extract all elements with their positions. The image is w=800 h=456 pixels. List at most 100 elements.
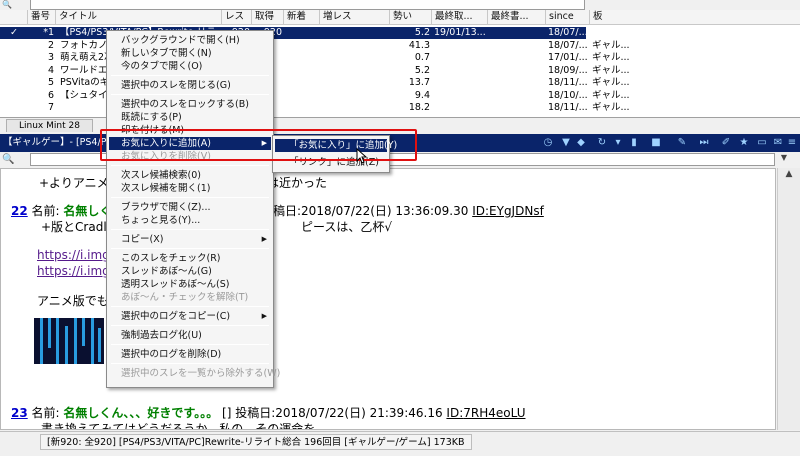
menu-item[interactable]: 既読にする(P)	[109, 111, 271, 124]
col-last-get[interactable]: 最終取...	[432, 10, 488, 25]
cell-num: 6	[47, 89, 54, 101]
col-last-write[interactable]: 最終書...	[488, 10, 546, 25]
post-number[interactable]: 23	[11, 406, 28, 420]
cell-check: ✓	[10, 27, 18, 38]
cell-check	[10, 77, 24, 89]
cell-power: 18.2	[408, 102, 430, 113]
menu-item[interactable]: 選択中のスレを閉じる(G)	[109, 79, 271, 92]
bookmark-icon[interactable]: ▮	[628, 137, 640, 149]
col-new[interactable]: 新着	[284, 10, 320, 25]
menu-item[interactable]: コピー(X) ▶	[109, 233, 271, 246]
menu-item[interactable]: ちょっと見る(Y)...	[109, 214, 271, 227]
stop-icon[interactable]: ■	[650, 137, 662, 149]
cell-last-get	[434, 52, 488, 64]
cell-last-write	[490, 52, 544, 64]
cell-inc	[320, 52, 388, 64]
cell-since: 17/01/...	[548, 52, 588, 63]
menu-item[interactable]: スレッドあぼ〜ん(G)	[109, 265, 271, 278]
cell-last-write	[490, 77, 544, 89]
col-power[interactable]: 勢い	[390, 10, 432, 25]
cell-last-write	[490, 40, 544, 52]
post-id[interactable]: ID:EYgJDNsf	[472, 204, 544, 218]
col-board[interactable]: 板	[590, 10, 800, 25]
cell-last-get	[434, 65, 488, 77]
top-search-input[interactable]	[30, 0, 585, 10]
col-number[interactable]: 番号	[28, 10, 56, 25]
content-line: アニメ版でも	[37, 294, 109, 308]
cell-num: 2	[47, 39, 54, 51]
menu-icon[interactable]: ≡	[786, 137, 798, 149]
cell-new	[284, 102, 318, 114]
next-icon[interactable]: ⏭	[698, 137, 710, 149]
chevron-right-icon: ▶	[261, 312, 267, 320]
cell-last-write	[490, 90, 544, 102]
menu-separator	[111, 165, 269, 166]
col-title[interactable]: タイトル	[56, 10, 222, 25]
cell-new	[284, 52, 318, 64]
cell-num: 5	[47, 77, 54, 88]
cell-last-write	[490, 102, 544, 114]
cell-board: ギャル...	[592, 27, 630, 38]
search-icon[interactable]: 🔍	[2, 154, 14, 165]
cell-since: 18/10/...	[548, 89, 588, 101]
write-icon[interactable]: ✐	[720, 137, 732, 149]
menu-item: 選択中のスレを一覧から除外する(W)	[121, 368, 281, 379]
cell-since: 18/07/...	[548, 27, 588, 38]
cell-new	[284, 77, 318, 89]
col-check[interactable]	[0, 10, 28, 25]
dropdown-icon[interactable]: ▾	[612, 137, 624, 149]
col-got[interactable]: 取得	[252, 10, 284, 25]
search-icon[interactable]: 🔍	[2, 0, 12, 9]
cell-last-get	[434, 77, 488, 89]
cell-inc	[320, 40, 388, 52]
menu-item[interactable]: 選択中のログをコピー(C) ▶	[109, 310, 271, 323]
chevron-right-icon: ▶	[261, 235, 267, 243]
thread-title: 【ギャルゲー】- [PS4/P	[3, 137, 107, 148]
menu-item[interactable]: このスレをチェック(R)	[109, 252, 271, 265]
menu-item[interactable]: 選択中のログを削除(D)	[109, 348, 271, 361]
pin-icon[interactable]: ◆	[575, 137, 587, 149]
content-line: 書き換えてみてはどうだろうか、私の、その運命を	[41, 422, 316, 430]
table-row[interactable]: ✓*1【PS4/PS3/VITA/PC】Rewrite-リライ9209205.2…	[0, 27, 630, 39]
cell-power: 5.2	[414, 27, 430, 38]
refresh-icon[interactable]: ↻	[596, 137, 608, 149]
clock-icon[interactable]: ◷	[542, 137, 554, 149]
window-icon[interactable]: ▭	[756, 137, 768, 149]
content-scrollbar[interactable]: ▲	[777, 168, 800, 430]
menu-item[interactable]: 強制過去ログ化(U)	[109, 329, 271, 342]
col-res[interactable]: レス	[222, 10, 252, 25]
menu-item: あぼ〜ん・チェックを解除(T)	[121, 292, 249, 303]
chevron-down-icon[interactable]: ▼	[778, 153, 790, 166]
cell-num: 7	[47, 102, 54, 113]
menu-item[interactable]: 新しいタブで開く(N)	[109, 47, 271, 60]
cell-inc	[320, 65, 388, 77]
scroll-up-icon[interactable]: ▲	[778, 169, 800, 183]
menu-item[interactable]: 今のタブで開く(O)	[109, 60, 271, 73]
post-date: 稿日:2018/07/22(日) 13:36:09.30 ID:EYgJDNsf	[273, 204, 544, 218]
mail-icon[interactable]: ✉	[772, 137, 784, 149]
menu-item[interactable]: 次スレ候補を開く(1)	[109, 182, 271, 195]
tab-active[interactable]: Linux Mint 28	[6, 119, 93, 132]
post-id[interactable]: ID:7RH4eoLU	[446, 406, 525, 420]
cell-num: 3	[47, 52, 54, 63]
status-bar: [新920: 全920] [PS4/PS3/VITA/PC]Rewrite-リラ…	[0, 431, 800, 456]
menu-item[interactable]: 透明スレッドあぼ〜ん(S)	[109, 278, 271, 291]
menu-item[interactable]: バックグラウンドで開く(H)	[109, 34, 271, 47]
content-line: +よりアニメ には近かった	[39, 176, 328, 190]
menu-item[interactable]: 次スレ候補検索(0)	[109, 169, 271, 182]
col-inc[interactable]: 増レス	[320, 10, 390, 25]
edit-icon[interactable]: ✎	[676, 137, 688, 149]
star-icon[interactable]: ★	[738, 137, 750, 149]
cell-new	[284, 27, 318, 39]
cell-inc	[320, 90, 388, 102]
menu-separator	[111, 306, 269, 307]
filter-icon[interactable]: ▼	[560, 137, 572, 149]
post-number[interactable]: 22	[11, 204, 28, 218]
menu-item[interactable]: 選択中のスレをロックする(B)	[109, 98, 271, 111]
cell-inc	[320, 77, 388, 89]
image-thumbnail[interactable]	[34, 318, 104, 364]
cell-num: 4	[47, 64, 54, 76]
menu-item[interactable]: ブラウザで開く(Z)...	[109, 201, 271, 214]
cell-power: 41.3	[408, 39, 430, 51]
col-since[interactable]: since	[546, 10, 590, 25]
